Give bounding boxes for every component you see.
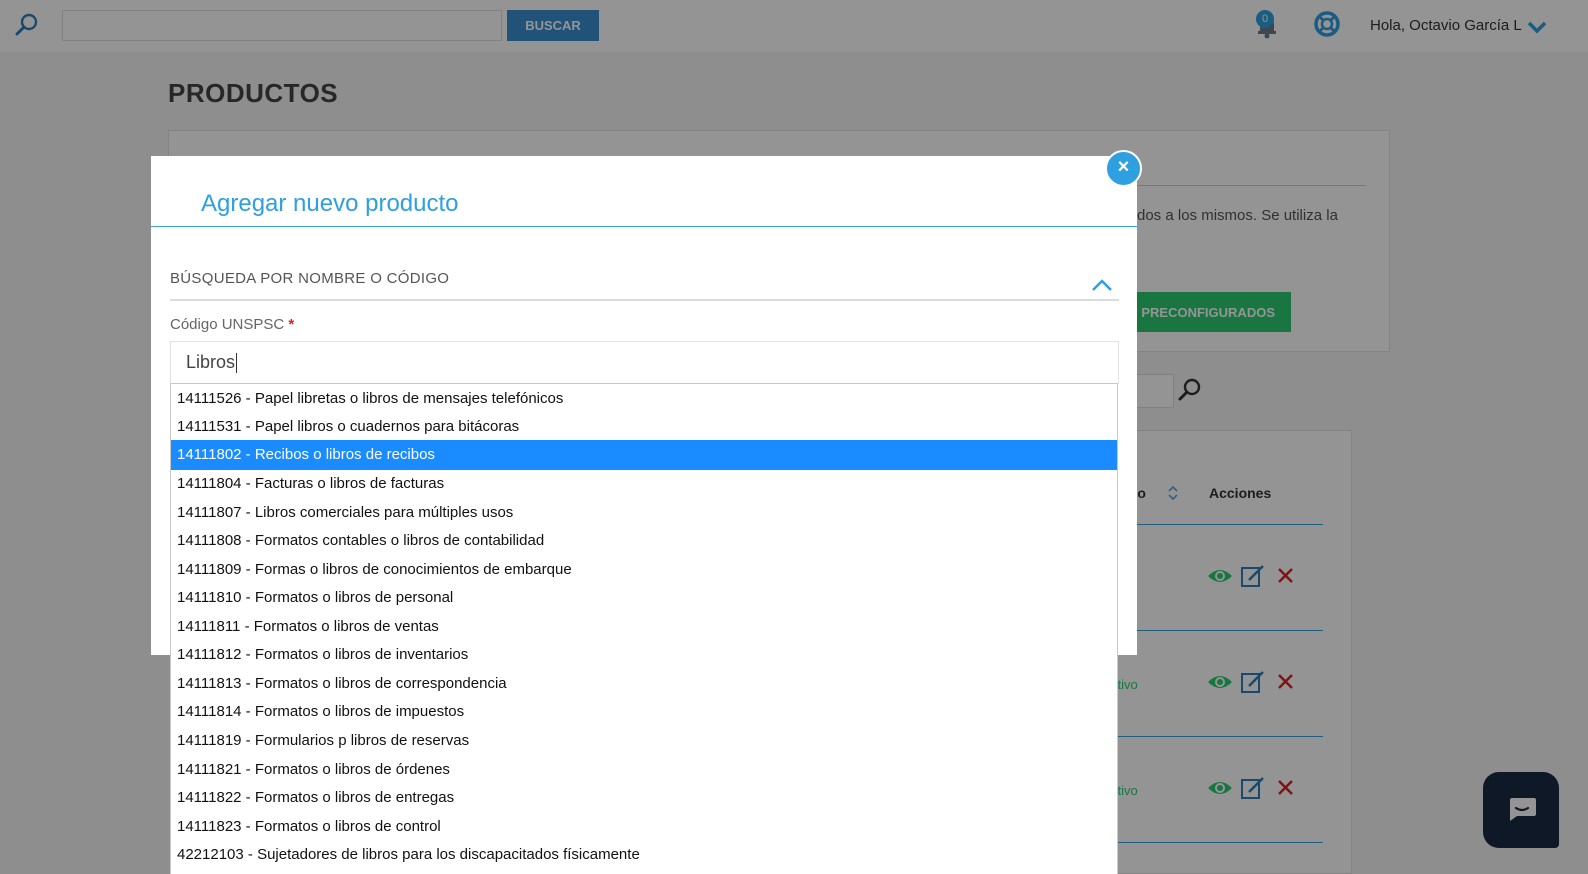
suggestion-item[interactable]: 14111811 - Formatos o libros de ventas <box>171 612 1117 642</box>
suggestion-item[interactable]: 14111526 - Papel libretas o libros de me… <box>171 384 1117 414</box>
suggestion-item[interactable]: 14111531 - Papel libros o cuadernos para… <box>171 412 1117 442</box>
suggestion-item-selected[interactable]: 14111802 - Recibos o libros de recibos <box>171 440 1117 470</box>
suggestion-item[interactable]: 14111813 - Formatos o libros de correspo… <box>171 669 1117 699</box>
section-divider <box>170 299 1119 301</box>
suggestion-item[interactable]: 14111804 - Facturas o libros de facturas <box>171 469 1117 499</box>
unspsc-input-value: Libros <box>186 352 236 372</box>
suggestion-item[interactable]: 14111807 - Libros comerciales para múlti… <box>171 498 1117 528</box>
suggestion-item[interactable]: 14111808 - Formatos contables o libros d… <box>171 526 1117 556</box>
modal-header-divider <box>151 226 1137 227</box>
close-modal-button[interactable]: × <box>1105 150 1142 187</box>
chevron-up-icon[interactable] <box>1091 278 1113 292</box>
suggestion-item[interactable]: 42212103 - Sujetadores de libros para lo… <box>171 840 1117 870</box>
suggestion-item[interactable]: 14111814 - Formatos o libros de impuesto… <box>171 697 1117 727</box>
required-marker: * <box>288 316 295 333</box>
section-search-by-name[interactable]: BÚSQUEDA POR NOMBRE O CÓDIGO <box>170 270 449 287</box>
suggestion-item[interactable]: 14111822 - Formatos o libros de entregas <box>171 783 1117 813</box>
suggestion-item[interactable]: 14111809 - Formas o libros de conocimien… <box>171 555 1117 585</box>
suggestion-item[interactable]: 14111810 - Formatos o libros de personal <box>171 583 1117 613</box>
unspsc-label-text: Código UNSPSC <box>170 316 285 333</box>
suggestion-item[interactable]: 14111819 - Formularios p libros de reser… <box>171 726 1117 756</box>
suggestion-item[interactable]: 14111812 - Formatos o libros de inventar… <box>171 640 1117 670</box>
suggestion-item[interactable]: 14111823 - Formatos o libros de control <box>171 812 1117 842</box>
unspsc-search-input[interactable]: Libros <box>170 341 1119 384</box>
unspsc-field-label: Código UNSPSC * <box>170 316 294 333</box>
suggestion-item[interactable]: 14111821 - Formatos o libros de órdenes <box>171 755 1117 785</box>
text-caret <box>236 353 238 374</box>
unspsc-suggestions-dropdown: 14111526 - Papel libretas o libros de me… <box>170 383 1118 874</box>
modal-title: Agregar nuevo producto <box>201 190 459 217</box>
